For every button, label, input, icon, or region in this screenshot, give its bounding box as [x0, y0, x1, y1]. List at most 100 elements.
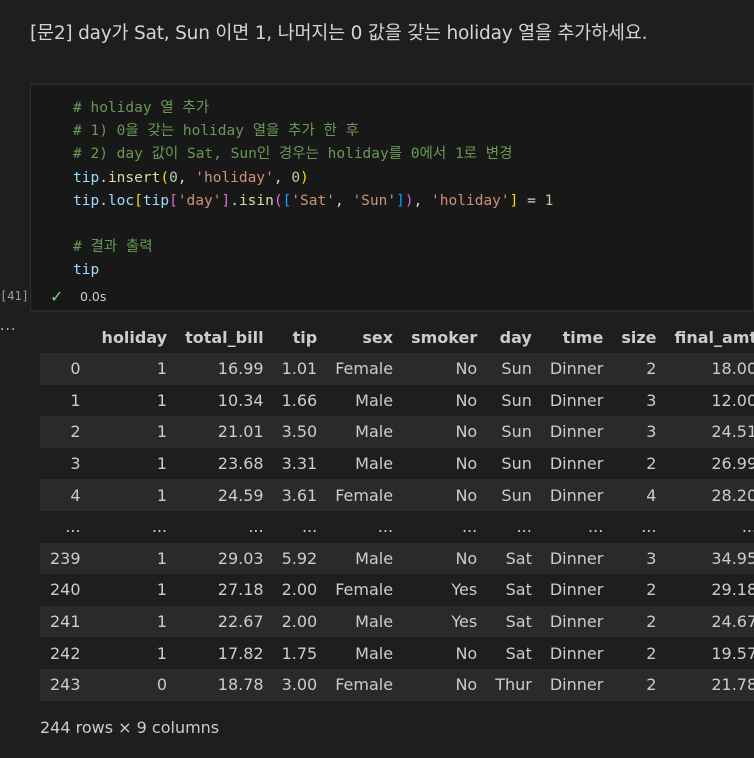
table-cell: No [455, 675, 478, 695]
code-content[interactable]: # holiday 열 추가 # 1) 0을 갖는 holiday 열을 추가 … [73, 97, 553, 283]
table-cell: 24.67 [711, 612, 754, 632]
table-cell: 1.66 [281, 390, 318, 410]
table-cell: Male [355, 612, 394, 632]
table-row: 242 1 17.82 1.75 Male No Sat Dinner 2 19.57 [40, 637, 754, 669]
table-cell: 1 [156, 454, 168, 474]
table-cell: 18.78 [217, 675, 264, 695]
code-comment: # 2) day 값이 Sat, Sun인 경우는 holiday를 0에서 1… [73, 146, 513, 163]
table-cell: 4 [646, 485, 657, 505]
table-cell: Sun [501, 422, 532, 442]
table-cell: Sun [501, 390, 532, 410]
column-header: tip [292, 327, 318, 347]
table-cell: Sun [501, 359, 532, 379]
code-editor[interactable]: # holiday 열 추가 # 1) 0을 갖는 holiday 열을 추가 … [30, 84, 754, 311]
code-comment: # 결과 출력 [73, 239, 153, 256]
table-cell: Dinner [549, 580, 604, 600]
table-row: 241 1 22.67 2.00 Male Yes Sat Dinner 2 24.67 [40, 605, 754, 638]
code-line-output: tip [73, 262, 100, 279]
table-cell: 19.57 [711, 643, 754, 663]
row-index: 242 [50, 643, 81, 663]
row-index: 243 [50, 675, 81, 695]
table-cell: No [455, 548, 478, 568]
table-cell: Dinner [549, 675, 604, 695]
table-cell: 1 [156, 359, 168, 379]
table-cell: ... [641, 517, 657, 537]
table-cell: No [455, 390, 478, 410]
column-header: holiday [101, 327, 168, 347]
table-cell: ... [588, 517, 604, 537]
table-cell: 3 [646, 390, 657, 410]
table-row: 240 1 27.18 2.00 Female Yes Sat Dinner 2 29.18 [40, 574, 754, 606]
table-cell: ... [516, 517, 532, 537]
table-cell: Female [335, 675, 394, 695]
column-header-index [40, 321, 93, 353]
column-header: size [621, 327, 657, 347]
table-cell: Sat [505, 580, 532, 600]
row-index: 0 [70, 359, 81, 379]
table-cell: Dinner [549, 359, 604, 379]
code-line-loc: tip.loc[tip['day'].isin(['Sat', 'Sun']),… [73, 192, 554, 209]
output-menu-icon[interactable]: ... [0, 318, 16, 334]
column-header: smoker [411, 327, 478, 347]
table-cell: Dinner [549, 643, 604, 663]
table-cell: Male [355, 643, 394, 663]
table-cell: ... [151, 517, 168, 537]
table-cell: 2 [646, 454, 657, 474]
table-cell: Male [355, 548, 394, 568]
code-comment: # 1) 0을 갖는 holiday 열을 추가 한 후 [73, 123, 359, 140]
table-cell: No [455, 485, 478, 505]
table-cell: 16.99 [217, 359, 264, 379]
table-cell: 10.34 [217, 390, 264, 410]
markdown-heading: [문2] day가 Sat, Sun 이면 1, 나머지는 0 값을 갖는 ho… [30, 23, 648, 44]
table-cell: 1 [156, 422, 168, 442]
table-cell: No [455, 643, 478, 663]
table-cell: 3 [646, 422, 657, 442]
row-index: 2 [70, 422, 81, 442]
table-cell: 29.03 [217, 548, 264, 568]
table-cell: 21.78 [711, 675, 754, 695]
table-cell: Yes [451, 580, 478, 600]
table-cell: Thur [495, 675, 532, 695]
row-index: 239 [50, 548, 81, 568]
column-header: sex [362, 327, 394, 347]
table-cell: Male [355, 390, 394, 410]
table-cell: 28.20 [711, 485, 754, 505]
table-cell: Sun [501, 485, 532, 505]
table-cell: Sat [505, 612, 532, 632]
table-cell: No [455, 359, 478, 379]
table-row: 1 1 10.34 1.66 Male No Sun Dinner 3 12.00 [40, 385, 754, 417]
table-cell: 21.01 [217, 422, 264, 442]
table-cell: 1 [156, 580, 168, 600]
code-cell[interactable]: # holiday 열 추가 # 1) 0을 갖는 holiday 열을 추가 … [30, 83, 754, 312]
table-cell: Sat [505, 548, 532, 568]
table-cell: 2 [646, 580, 657, 600]
table-row: 0 1 16.99 1.01 Female No Sun Dinner 2 18.00 [40, 353, 754, 385]
table-cell: 2 [646, 359, 657, 379]
table-cell: 2.00 [281, 612, 318, 632]
table-cell: 2 [646, 612, 657, 632]
table-cell: 3 [646, 548, 657, 568]
table-cell: 1 [156, 390, 168, 410]
table-row: 2 1 21.01 3.50 Male No Sun Dinner 3 24.51 [40, 416, 754, 448]
table-cell: 5.92 [281, 548, 318, 568]
row-index: ... [65, 517, 81, 537]
table-cell: 1.75 [281, 643, 318, 663]
table-row: 243 0 18.78 3.00 Female No Thur Dinner 2 21.78 [40, 668, 754, 701]
table-cell: No [455, 422, 478, 442]
table-cell: 1 [156, 612, 168, 632]
table-cell: 29.18 [711, 580, 754, 600]
table-header-row: holiday total_bill tip sex smoker day ti… [40, 321, 754, 353]
table-cell: Male [355, 454, 394, 474]
table-cell: Dinner [549, 422, 604, 442]
table-cell: 17.82 [217, 643, 264, 663]
table-cell: Dinner [549, 612, 604, 632]
table-cell: ... [377, 517, 394, 537]
table-cell: Sun [501, 454, 532, 474]
table-cell: 1 [156, 485, 168, 505]
column-header: time [562, 327, 604, 347]
table-cell: Sat [505, 643, 532, 663]
table-cell: 2 [646, 675, 657, 695]
column-header: day [499, 327, 532, 347]
table-cell: ... [248, 517, 264, 537]
row-index: 240 [50, 580, 81, 600]
